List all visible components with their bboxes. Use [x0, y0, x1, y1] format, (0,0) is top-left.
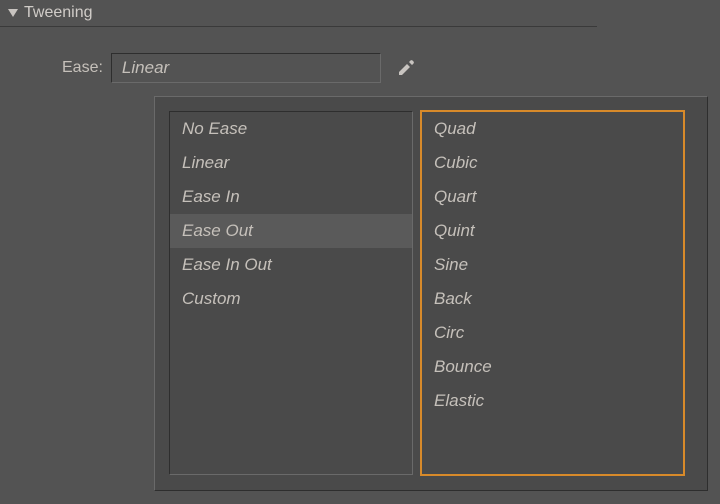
ease-type-item[interactable]: Circ — [422, 316, 683, 350]
ease-category-item[interactable]: Ease In Out — [170, 248, 412, 282]
ease-category-item[interactable]: Linear — [170, 146, 412, 180]
pencil-icon — [397, 59, 415, 77]
panel-title: Tweening — [24, 4, 93, 22]
ease-category-item[interactable]: Custom — [170, 282, 412, 316]
ease-type-item[interactable]: Quart — [422, 180, 683, 214]
ease-type-list[interactable]: QuadCubicQuartQuintSineBackCircBounceEla… — [421, 111, 684, 475]
ease-type-item[interactable]: Sine — [422, 248, 683, 282]
ease-category-item[interactable]: No Ease — [170, 112, 412, 146]
ease-row: Ease: Linear — [0, 53, 720, 83]
ease-type-item[interactable]: Bounce — [422, 350, 683, 384]
ease-dropdown[interactable]: Linear — [111, 53, 381, 83]
ease-label: Ease: — [62, 59, 103, 77]
ease-type-item[interactable]: Back — [422, 282, 683, 316]
ease-value: Linear — [122, 58, 169, 78]
ease-category-item[interactable]: Ease Out — [170, 214, 412, 248]
ease-type-item[interactable]: Cubic — [422, 146, 683, 180]
ease-category-list[interactable]: No EaseLinearEase InEase OutEase In OutC… — [169, 111, 413, 475]
ease-category-item[interactable]: Ease In — [170, 180, 412, 214]
edit-ease-button[interactable] — [397, 59, 415, 77]
ease-type-item[interactable]: Elastic — [422, 384, 683, 418]
ease-type-item[interactable]: Quad — [422, 112, 683, 146]
ease-preset-dropdown: No EaseLinearEase InEase OutEase In OutC… — [154, 96, 708, 491]
collapse-toggle-icon[interactable] — [8, 9, 18, 17]
panel-header[interactable]: Tweening — [0, 0, 597, 27]
ease-type-item[interactable]: Quint — [422, 214, 683, 248]
